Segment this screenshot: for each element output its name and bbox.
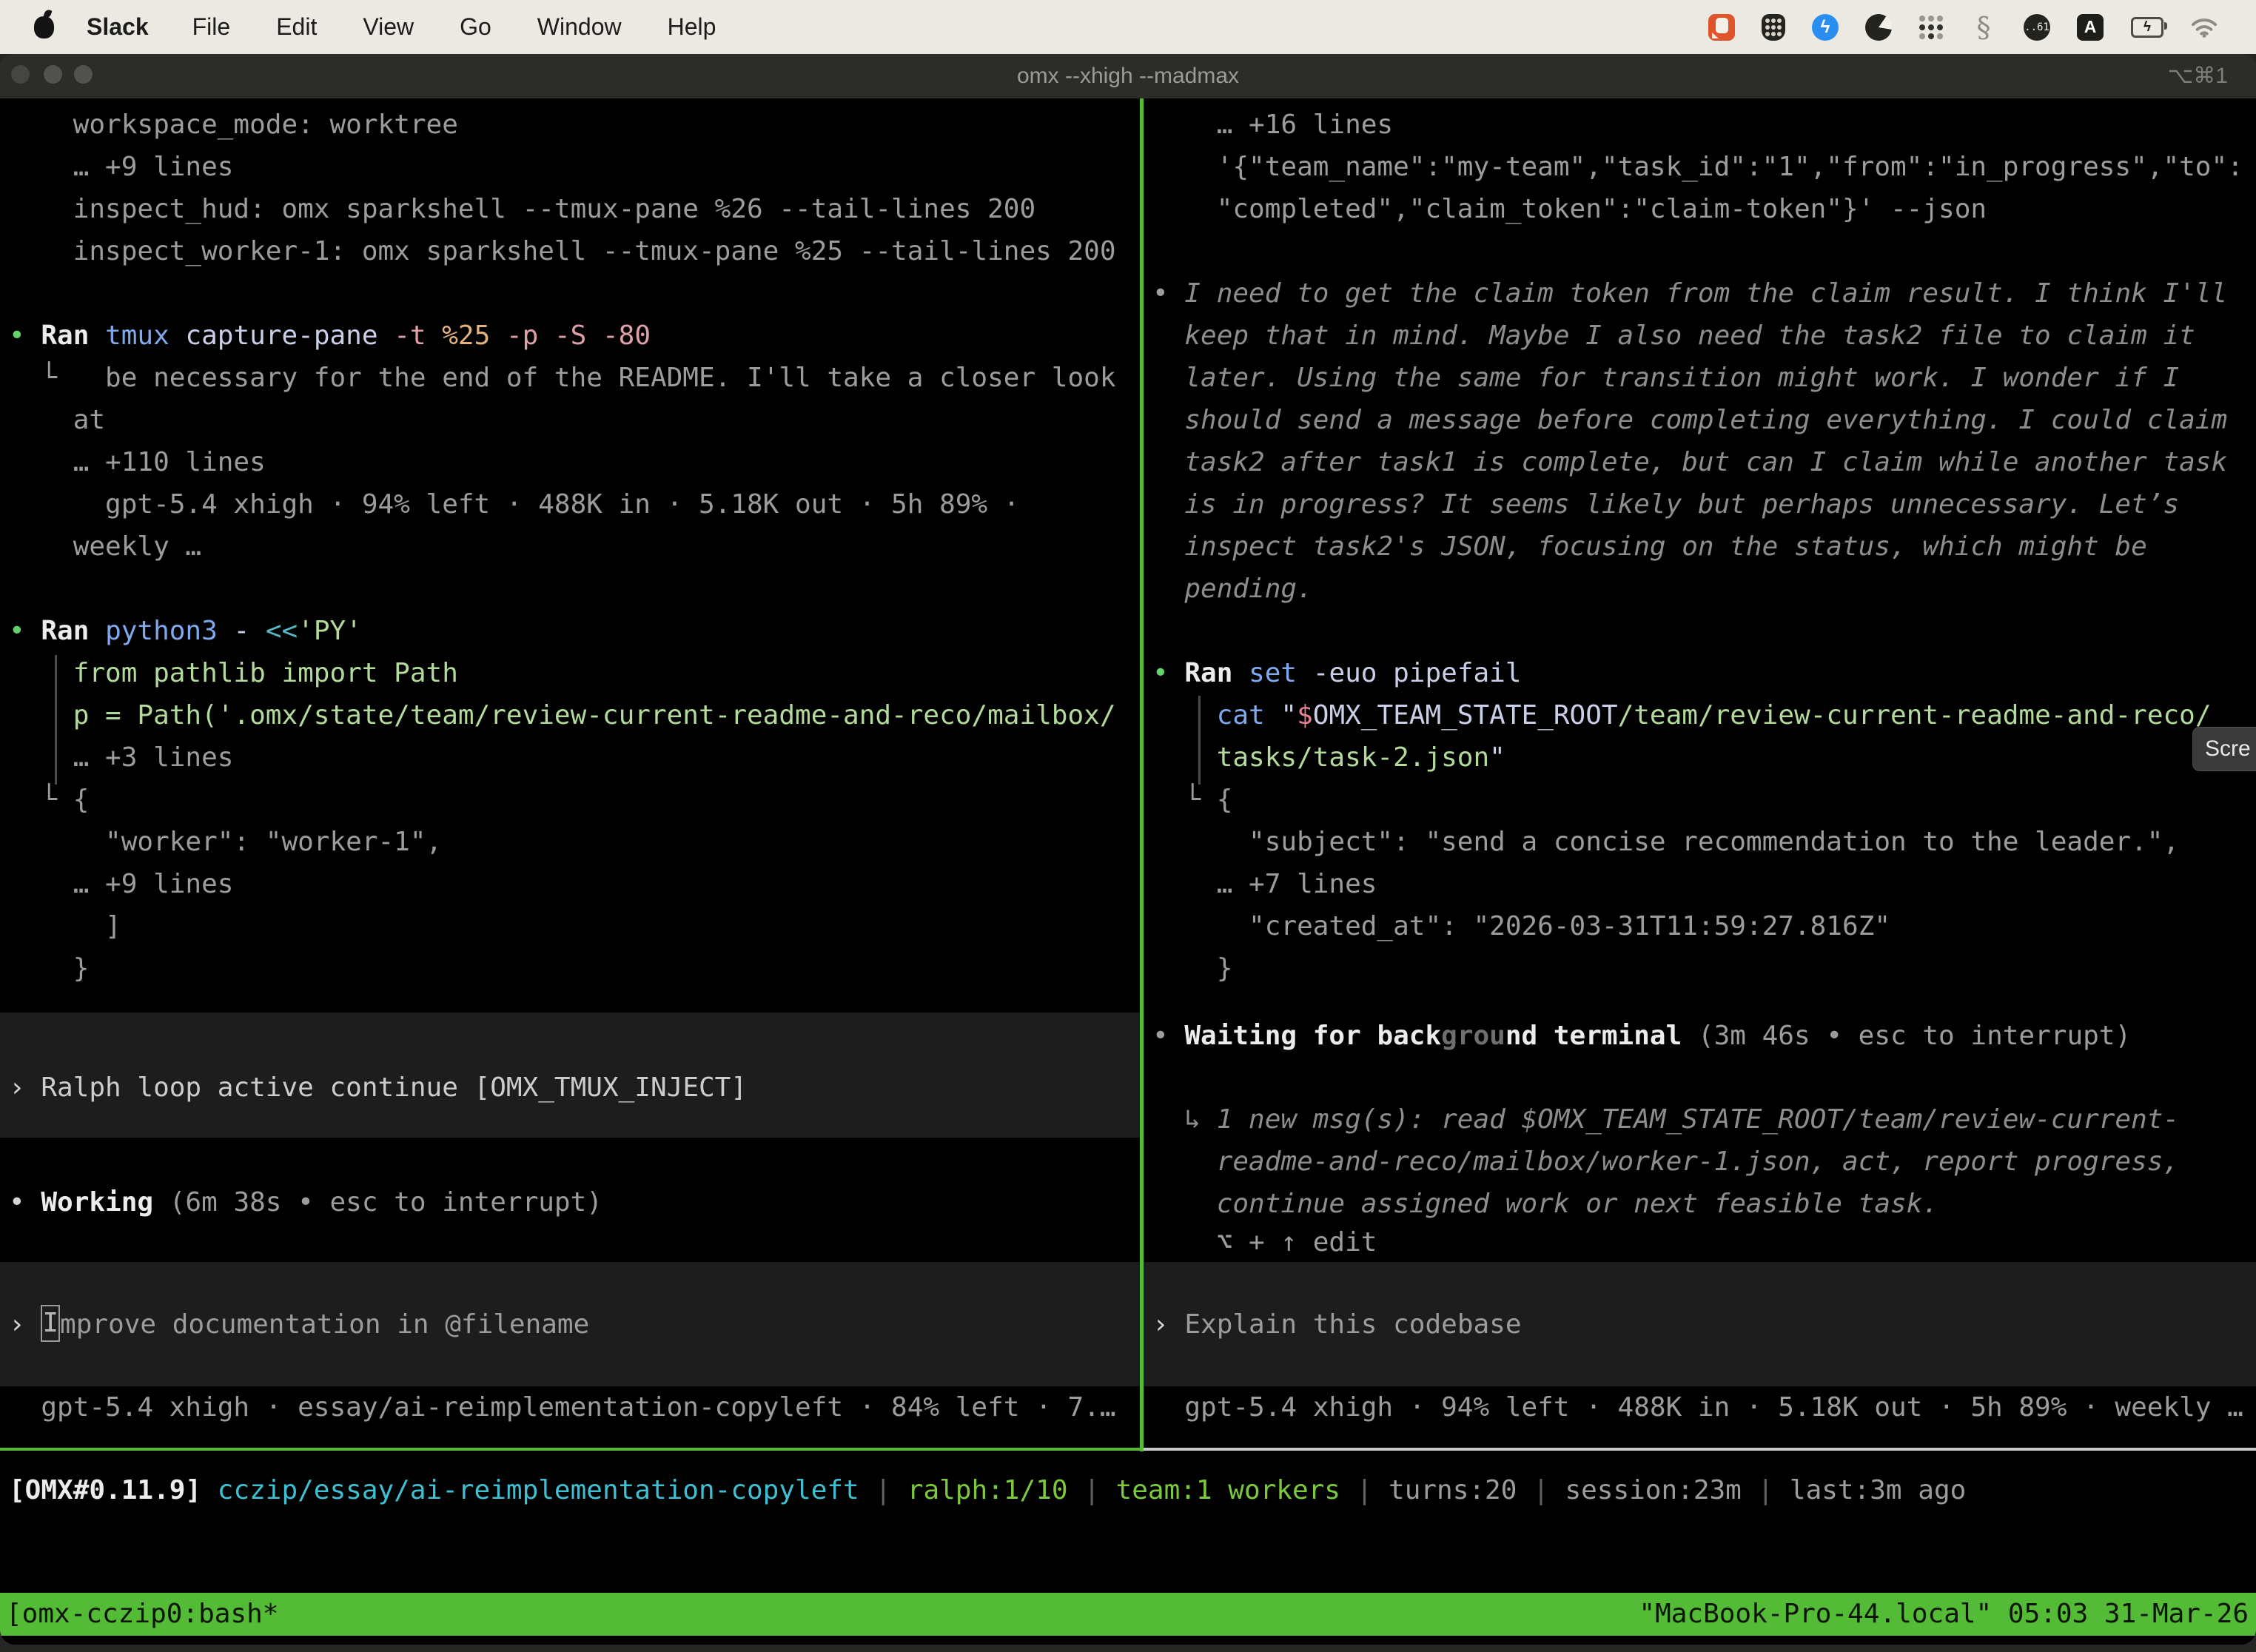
screen-tooltip: Scre [2192,727,2256,771]
window-titlebar[interactable]: omx --xhigh --madmax ⌥⌘1 [0,54,2256,98]
output-connector-line-left [55,655,57,785]
terminal-screen: workspace_mode: worktree … +9 lines insp… [0,98,2256,1645]
output-connector-line-right [1198,696,1201,785]
pane-divider-vertical[interactable] [1140,98,1144,1451]
badge-61-icon[interactable]: ..61 [2024,14,2050,41]
menu-item-slack[interactable]: Slack [54,13,169,40]
pane-divider-horizontal-inactive[interactable] [1144,1448,2256,1451]
menu-status-icons: ϟ § ..61 A ϟ [1708,0,2218,54]
battery-icon[interactable]: ϟ [2130,14,2164,41]
keypad-shield-icon[interactable] [1762,14,1785,41]
terminal-line: [OMX#0.11.9] cczip/essay/ai-reimplementa… [9,1469,1966,1511]
apple-menu-icon[interactable] [34,16,54,38]
blue-bolt-icon[interactable]: ϟ [1812,14,1839,41]
omx-status-area: [OMX#0.11.9] cczip/essay/ai-reimplementa… [0,98,2256,1645]
tmux-status-bar: [omx-cczip0:bash* "MacBook-Pro-44.local"… [0,1593,2256,1636]
menu-item-edit[interactable]: Edit [253,13,340,40]
dots-grid-icon[interactable] [1918,15,1944,40]
tmux-host-clock: "MacBook-Pro-44.local" 05:03 31-Mar-26 [1639,1593,2249,1636]
pane-divider-horizontal-active[interactable] [0,1448,1140,1451]
menu-item-window[interactable]: Window [514,13,645,40]
menu-item-go[interactable]: Go [437,13,514,40]
pie-circle-icon[interactable] [1865,14,1892,41]
input-source-icon[interactable]: A [2077,14,2104,41]
wifi-icon[interactable] [2191,14,2218,41]
chat-icon[interactable] [1708,14,1735,41]
menu-left: SlackFileEditViewGoWindowHelp [0,13,739,41]
window-shortcut-badge: ⌥⌘1 [2168,54,2228,98]
macos-menu-bar: SlackFileEditViewGoWindowHelp ϟ § ..61 A… [0,0,2256,54]
terminal-window: omx --xhigh --madmax ⌥⌘1 workspace_mode:… [0,0,2256,1645]
battery-bolt-icon: ϟ [2131,17,2163,38]
menu-item-help[interactable]: Help [645,13,739,40]
tmux-session-label: [omx-cczip0:bash* [6,1593,278,1636]
menu-item-view[interactable]: View [340,13,437,40]
s-hook-icon[interactable]: § [1970,14,1997,41]
window-title: omx --xhigh --madmax [0,54,2256,98]
chat-icon-inner [1716,18,1728,33]
menu-item-file[interactable]: File [169,13,254,40]
app-menus: SlackFileEditViewGoWindowHelp [54,13,739,41]
